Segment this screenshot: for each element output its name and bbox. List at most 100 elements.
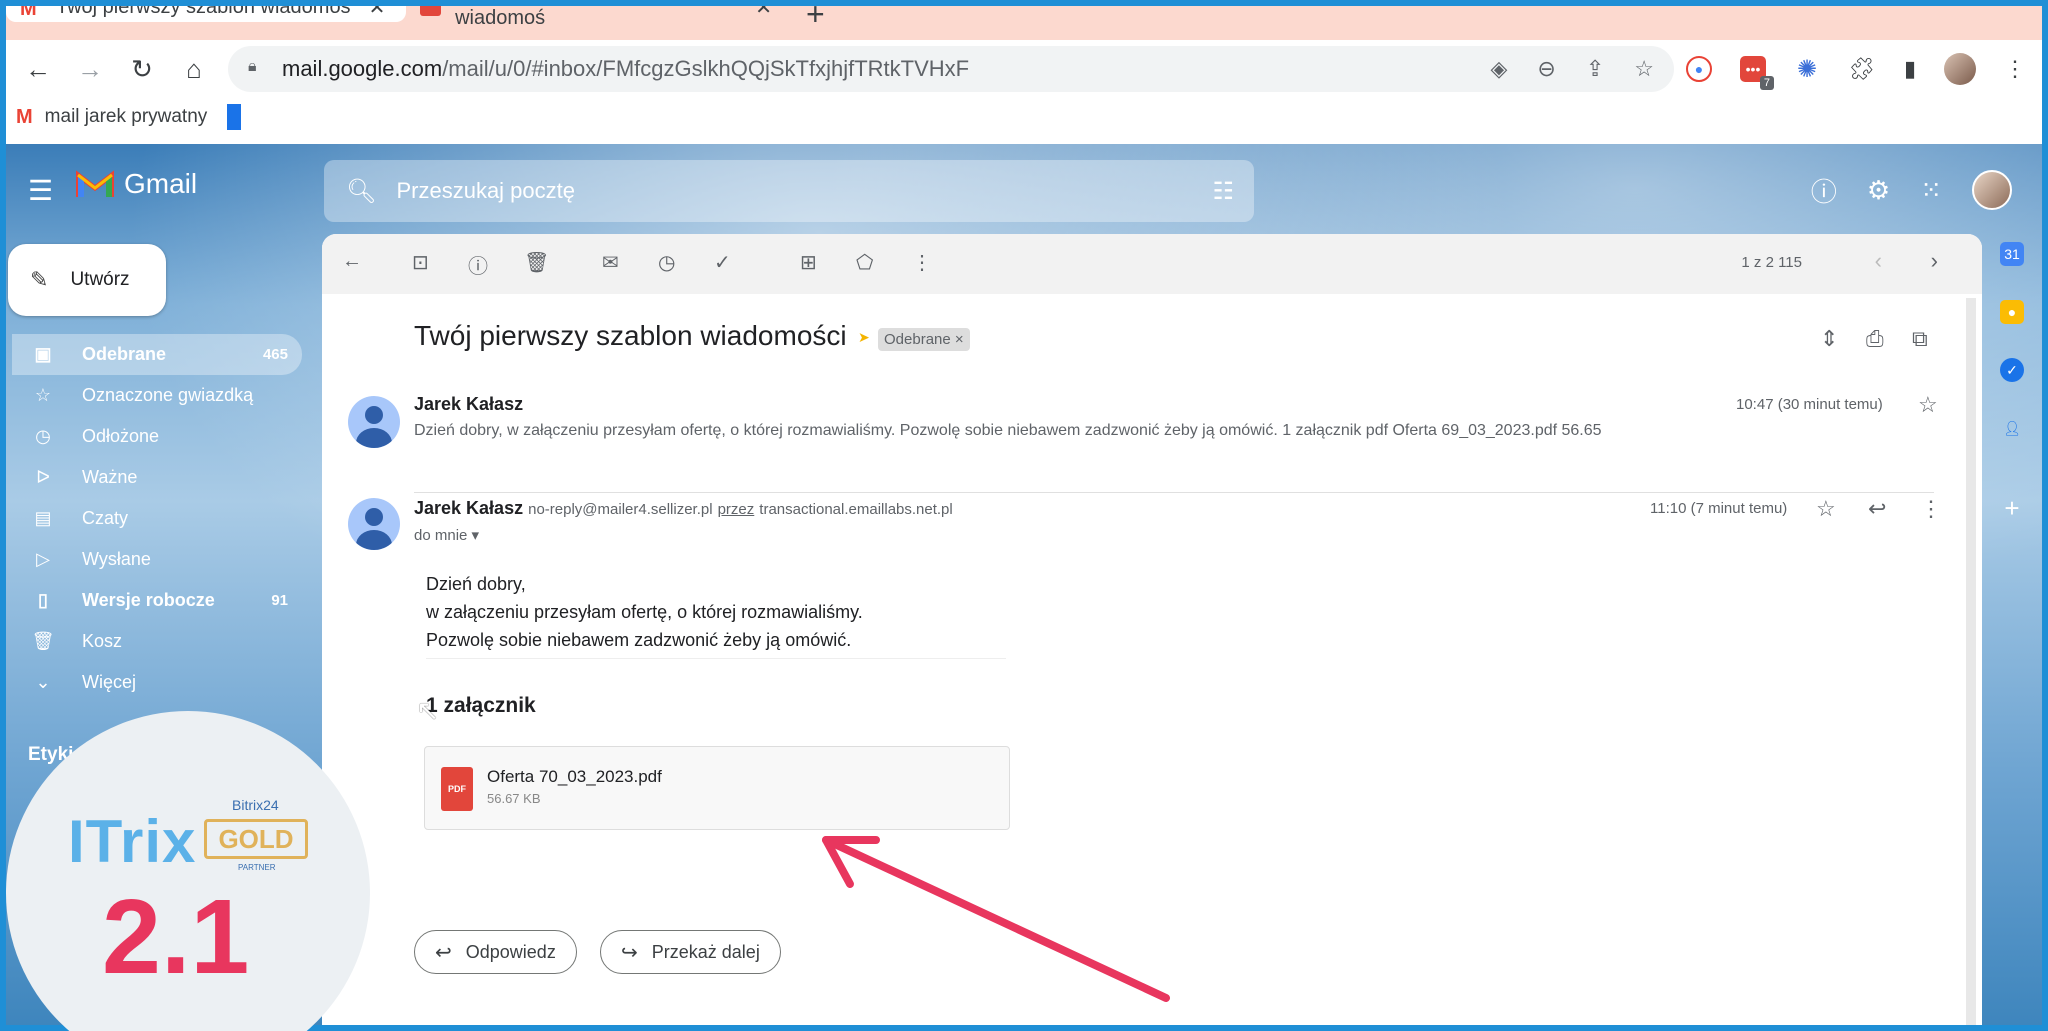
- via-domain: transactional.emaillabs.net.pl: [759, 501, 953, 518]
- app-favicon-icon: [420, 6, 442, 16]
- delete-icon[interactable]: 🗑︎: [524, 250, 549, 275]
- sender-avatar: [348, 498, 400, 550]
- archive-icon[interactable]: ⊡: [412, 250, 429, 275]
- sidebar-item-label: Odebrane: [82, 344, 167, 364]
- sidebar-item-trash[interactable]: 🗑︎ Kosz: [12, 621, 302, 662]
- mouse-cursor-icon: ↖: [416, 695, 440, 726]
- apps-grid-icon[interactable]: ⁙: [1920, 175, 1942, 206]
- close-tab-icon[interactable]: ✕: [369, 6, 386, 20]
- body-divider: [426, 658, 1006, 659]
- more-options-icon[interactable]: ⋮: [912, 250, 932, 275]
- bitrix24-label: Bitrix24: [232, 797, 279, 813]
- reply-label: Odpowiedz: [465, 941, 556, 962]
- browser-tab[interactable]: Twój pierwszy szablon wiadomoś ✕: [406, 6, 786, 29]
- sidebar-nav: ▣ Odebrane 465 ☆ Oznaczone gwiazdką ◷ Odłożo…: [12, 334, 312, 703]
- sidebar-item-label: Wersje robocze: [82, 590, 215, 610]
- sidebar-item-sent[interactable]: ▷ Wysłane: [12, 539, 302, 580]
- keep-icon[interactable]: ●: [2000, 300, 2024, 324]
- report-spam-icon[interactable]: ⓘ: [468, 250, 488, 279]
- important-marker-icon[interactable]: ➤: [858, 329, 872, 345]
- bookmark-item[interactable]: mail jarek prywatny: [45, 106, 208, 128]
- sender-name[interactable]: Jarek Kałasz no-reply@mailer4.sellizer.p…: [414, 498, 953, 519]
- search-icon[interactable]: 🔍︎: [346, 177, 376, 206]
- sender-name[interactable]: Jarek Kałasz: [414, 394, 523, 415]
- draft-count: 91: [271, 592, 288, 609]
- tab-title: Twój pierwszy szablon wiadomoś: [455, 7, 546, 29]
- mark-unread-icon[interactable]: ✉: [602, 250, 619, 275]
- older-icon[interactable]: ›: [1931, 248, 1938, 274]
- profile-avatar[interactable]: [1944, 53, 1977, 85]
- bookmark-folder-icon[interactable]: [227, 104, 242, 130]
- close-tab-icon[interactable]: ✕: [755, 6, 772, 20]
- attachment-card[interactable]: PDF Oferta 70_03_2023.pdf 56.67 KB: [424, 746, 1010, 830]
- sidebar-item-more[interactable]: ⌄ Więcej: [12, 662, 302, 703]
- label-icon[interactable]: ⬠: [856, 250, 873, 275]
- menu-icon[interactable]: ⋮: [2004, 56, 2026, 82]
- puzzle-icon[interactable]: 🧩︎: [1848, 56, 1876, 82]
- body-line: Pozwolę sobie niebawem zadzwonić żeby ją…: [426, 630, 852, 650]
- itrix-logo: ITrix: [68, 808, 197, 875]
- account-avatar[interactable]: [1972, 170, 2012, 210]
- sidepanel-icon[interactable]: ▮: [1904, 56, 1916, 82]
- via-link[interactable]: przez: [718, 501, 755, 518]
- reply-button[interactable]: ↩ Odpowiedz: [414, 930, 577, 974]
- home-icon[interactable]: ⌂: [174, 49, 214, 89]
- sidebar-item-starred[interactable]: ☆ Oznaczone gwiazdką: [12, 375, 302, 416]
- back-icon[interactable]: ←: [18, 49, 58, 89]
- address-bar[interactable]: 🔒︎ mail.google.com/mail/u/0/#inbox/FMfcg…: [228, 46, 1674, 92]
- print-icon[interactable]: ⎙: [1866, 326, 1884, 352]
- bookmark-star-icon[interactable]: ☆: [1634, 56, 1654, 82]
- snooze-icon[interactable]: ◷: [658, 250, 675, 275]
- forward-button[interactable]: ↪ Przekaż dalej: [600, 930, 781, 974]
- reply-arrow-icon: ↩: [435, 941, 452, 964]
- add-task-icon[interactable]: ✓: [714, 250, 731, 275]
- sender-name-text: Jarek Kałasz: [414, 498, 524, 518]
- attachments-heading: 1 załącznik: [426, 694, 536, 717]
- expand-all-icon[interactable]: ⇕: [1820, 326, 1838, 352]
- forward-icon[interactable]: →: [70, 49, 110, 89]
- star-icon[interactable]: ☆: [1918, 392, 1938, 418]
- eye-icon[interactable]: ◈: [1490, 56, 1507, 82]
- compose-button[interactable]: ✎ Utwórz: [8, 244, 166, 316]
- inbox-icon: ▣: [34, 344, 52, 364]
- sidebar-item-important[interactable]: ᐅ Ważne: [12, 457, 302, 498]
- zoom-icon[interactable]: ⊖: [1537, 56, 1555, 82]
- browser-tab-active[interactable]: M Twój pierwszy szablon wiadomoś ✕: [6, 6, 406, 22]
- help-icon[interactable]: ⓘ: [1811, 172, 1837, 209]
- settings-gear-icon[interactable]: ⚙: [1867, 175, 1890, 206]
- tasks-icon[interactable]: ✓: [2000, 358, 2024, 382]
- inbox-label-chip[interactable]: Odebrane ×: [878, 328, 970, 351]
- sidebar-item-drafts[interactable]: ▯ Wersje robocze 91: [12, 580, 302, 621]
- gmail-logo[interactable]: Gmail: [76, 168, 197, 200]
- more-vert-icon[interactable]: ⋮: [1920, 496, 1942, 522]
- star-icon[interactable]: ☆: [1816, 496, 1836, 522]
- message-snippet[interactable]: Dzień dobry, w załączeniu przesyłam ofer…: [414, 422, 1602, 440]
- sidebar-item-chats[interactable]: ▤ Czaty: [12, 498, 302, 539]
- sidebar-item-inbox[interactable]: ▣ Odebrane 465: [12, 334, 302, 375]
- move-to-icon[interactable]: ⊞: [800, 250, 817, 275]
- scrollbar[interactable]: [1966, 298, 1976, 1025]
- attachment-name: Oferta 70_03_2023.pdf: [487, 767, 662, 786]
- back-to-inbox-icon[interactable]: ←: [342, 250, 362, 273]
- new-tab-icon[interactable]: +: [806, 6, 825, 33]
- share-icon[interactable]: ⇪: [1586, 56, 1604, 82]
- recipient-toggle[interactable]: do mnie ▾: [414, 526, 479, 544]
- newer-icon[interactable]: ‹: [1875, 248, 1882, 274]
- reload-icon[interactable]: ↻: [122, 49, 162, 89]
- contacts-icon[interactable]: 👤︎: [2000, 416, 2024, 440]
- main-menu-icon[interactable]: ☰: [28, 174, 53, 207]
- open-new-window-icon[interactable]: ⧉: [1912, 326, 1928, 352]
- extension-icon[interactable]: ••• 7: [1740, 56, 1774, 90]
- search-input[interactable]: 🔍︎ Przeszukaj pocztę ☷: [324, 160, 1254, 222]
- recipient-text: do mnie: [414, 527, 468, 544]
- extension-icon[interactable]: ✺: [1794, 56, 1820, 83]
- add-addon-icon[interactable]: +: [2000, 493, 2024, 523]
- extension-icon[interactable]: ●: [1686, 56, 1712, 82]
- sidebar-item-snoozed[interactable]: ◷ Odłożone: [12, 416, 302, 457]
- forward-arrow-icon: ↪: [621, 941, 638, 964]
- search-placeholder: Przeszukaj pocztę: [396, 178, 575, 203]
- search-options-icon[interactable]: ☷: [1212, 177, 1234, 206]
- calendar-icon[interactable]: 31: [2000, 242, 2024, 266]
- annotation-arrow: [822, 836, 1170, 1002]
- reply-icon[interactable]: ↩: [1868, 496, 1886, 522]
